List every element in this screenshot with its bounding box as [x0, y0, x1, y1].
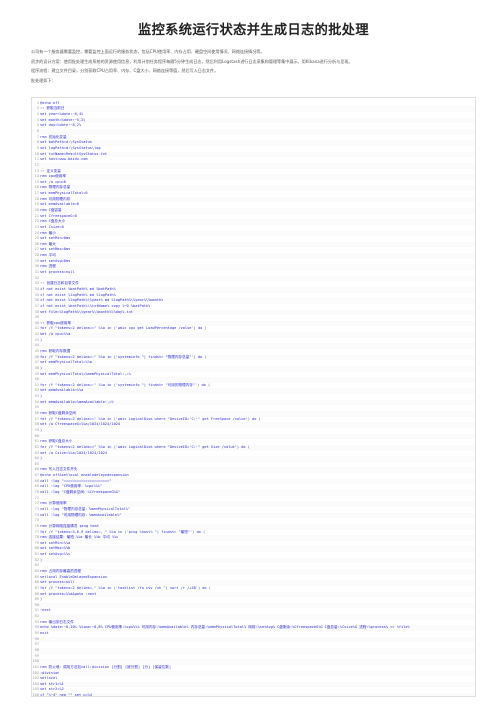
code-text: set file=%logPath%\%year%\%month%\%day%.…	[40, 309, 134, 314]
code-text: set /a cpu=%%a	[40, 332, 71, 337]
code-text: :next	[40, 608, 51, 613]
article-page: 监控系统运行状态并生成日志的批处理 公司有一个服务器需要监控，需要监控上面运行的…	[0, 0, 504, 713]
code-text: set day=%date:~8,2%	[40, 123, 82, 128]
code-text: set host=www.baidu.com	[40, 157, 88, 162]
line-number: 106	[32, 693, 40, 697]
article-intro: 公司有一个服务器需要监控，需要监控上面运行的服务状态，包括CPU使用率、内存占用…	[31, 47, 476, 86]
code-text: call :log "可用物理内存：%memAvailable%"	[40, 512, 122, 517]
article-title: 监控系统运行状态并生成日志的批处理	[138, 23, 369, 38]
code-text: )	[40, 427, 43, 432]
intro-paragraph: 程序流程：建立文件目录，分别获取CPU占用率、内存、C盘大小、网络连接等值，然后…	[31, 68, 219, 74]
code-text: exit	[40, 631, 49, 636]
code-text: set /a CfreespaceG=%%a/1024/1024/1024	[40, 422, 121, 427]
code-text: set memPhysicalTotal=%%a	[40, 360, 92, 365]
code-text: set memPhysicalTotal=%memPhysicalTotal:,…	[40, 371, 131, 376]
code-line: 94 echo %date:~0,10% %time:~0,8% CPU使用率:%…	[32, 625, 475, 632]
code-block[interactable]: 1 @echo off 2:: 获取当前日 3 set year=%date:~0,4%…	[31, 96, 476, 697]
code-text: )	[40, 557, 43, 562]
code-text: call :log "C盘剩余空间：%CfreespaceG%G"	[40, 490, 120, 495]
intro-paragraph: 批处理如下：	[31, 78, 56, 84]
code-text: )	[40, 337, 43, 342]
intro-paragraph: 初步的设计方案：使用批处理生成系统的资源使用信息，利用计划任务程序每隔5分钟生成…	[31, 58, 353, 64]
code-text: echo %date:~0,10% %time:~0,8% CPU使用率:%cp…	[40, 625, 410, 630]
code-text: set memAvailable=%memAvailable:,=%	[40, 399, 114, 404]
code-text: set memAvailable=%%a	[40, 388, 84, 393]
code-text: set setAvg=%%c	[40, 552, 71, 557]
code-line: 106 if "%~4" neq "" set u=%4	[32, 693, 475, 697]
code-text: set process=%%a&goto :next	[40, 591, 97, 596]
intro-paragraph: 公司有一个服务器需要监控，需要监控上面运行的服务状态，包括CPU使用率、内存占用…	[31, 49, 265, 54]
code-text: )	[40, 456, 43, 461]
code-text: rem 防火墙：调用方法如call:division [分割] [被分割] [分…	[40, 664, 172, 669]
code-text: )	[40, 597, 43, 602]
code-text: if "%~4" neq "" set u=%4	[40, 693, 92, 697]
code-text: set process=null	[40, 270, 75, 275]
code-text: set /a Csize=%%a/1024/1024/1024	[40, 450, 108, 455]
